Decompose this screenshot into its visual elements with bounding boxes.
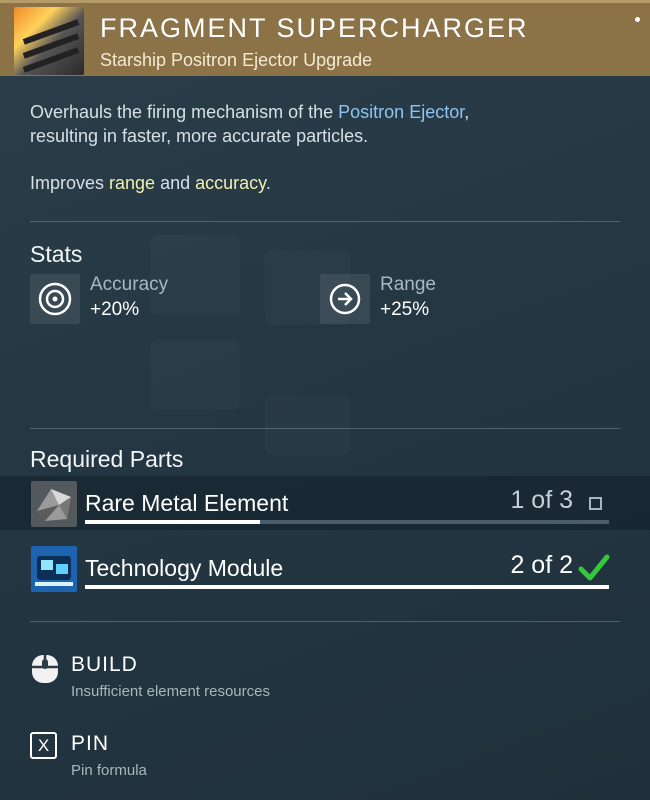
improves-text: .	[265, 173, 271, 193]
range-highlight: range	[109, 173, 156, 193]
part-row-technology-module[interactable]: Technology Module 2 of 2	[0, 541, 650, 595]
arrow-right-circle-icon	[320, 274, 370, 324]
x-key-icon: X	[30, 732, 57, 759]
item-header: FRAGMENT SUPERCHARGER Starship Positron …	[0, 0, 650, 76]
notification-dot	[635, 17, 640, 22]
stat-label: Accuracy	[90, 274, 169, 295]
stat-label: Range	[380, 274, 436, 295]
description-text: Overhauls the firing mechanism of the	[30, 102, 339, 122]
part-row-rare-metal[interactable]: Rare Metal Element 1 of 3	[0, 476, 650, 530]
positron-ejector-link[interactable]: Positron Ejector	[338, 102, 464, 122]
improves-line: Improves range and accuracy.	[30, 173, 271, 194]
divider	[30, 428, 620, 429]
description-text: ,	[464, 102, 470, 122]
part-progress-fill	[85, 585, 609, 589]
stat-value: +25%	[380, 299, 430, 320]
pin-label: PIN	[71, 732, 110, 755]
supercharger-thumbnail-icon	[14, 7, 84, 75]
item-subtitle: Starship Positron Ejector Upgrade	[100, 50, 373, 70]
stats-title: Stats	[30, 241, 83, 267]
background-panel	[150, 340, 240, 410]
check-icon	[578, 553, 610, 588]
part-progress-bar	[85, 520, 609, 524]
part-count: 2 of 2	[510, 551, 573, 579]
part-progress-bar	[85, 585, 609, 589]
required-parts-title: Required Parts	[30, 446, 184, 472]
part-name: Technology Module	[85, 555, 284, 581]
accuracy-highlight: accuracy	[195, 173, 266, 193]
pin-sublabel: Pin formula	[71, 762, 147, 779]
target-icon	[30, 274, 80, 324]
build-sublabel: Insufficient element resources	[71, 683, 270, 700]
improves-text: Improves	[30, 173, 110, 193]
item-title: FRAGMENT SUPERCHARGER	[100, 13, 529, 43]
divider	[30, 621, 620, 622]
mouse-icon	[30, 653, 60, 690]
improves-text: and	[155, 173, 196, 193]
part-count: 1 of 3	[510, 486, 573, 514]
item-description: Overhauls the firing mechanism of the Po…	[30, 100, 620, 148]
rare-metal-icon	[31, 481, 77, 527]
description-text: resulting in faster, more accurate parti…	[30, 126, 369, 146]
stat-value: +20%	[90, 299, 140, 320]
incomplete-checkbox-icon	[589, 497, 602, 510]
background-panel	[265, 395, 350, 455]
part-progress-fill	[85, 520, 260, 524]
part-name: Rare Metal Element	[85, 490, 289, 516]
tech-module-icon	[31, 546, 77, 592]
divider	[30, 221, 620, 222]
build-label: BUILD	[71, 653, 138, 676]
